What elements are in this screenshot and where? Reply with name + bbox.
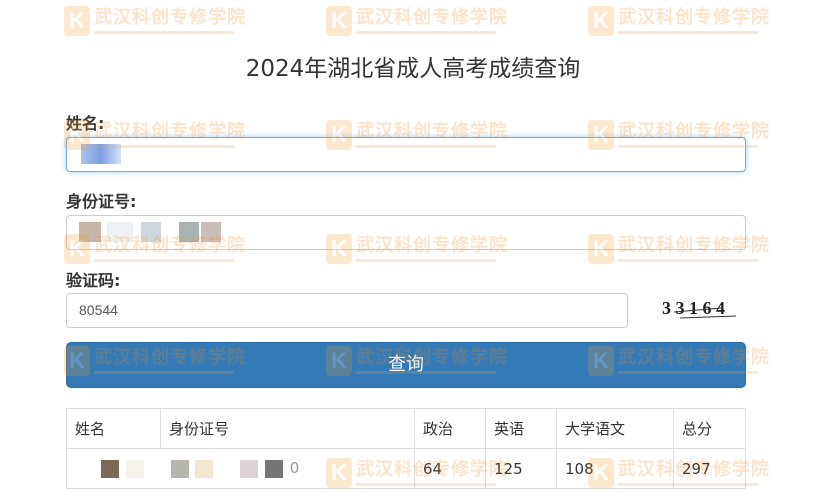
name-input[interactable] [66,137,746,172]
watermark-logo: K [326,6,352,36]
name-label: 姓名: [66,114,105,133]
row-redaction [264,459,283,478]
row-id-number-tail: 0 [289,459,300,478]
watermark-logo: K [64,6,90,36]
row-politics: 64 [414,448,486,489]
id-redaction-5 [201,222,221,242]
id-redaction-2 [107,222,133,242]
id-number-label: 身份证号: [66,192,137,211]
row-redaction [240,459,259,478]
id-redaction-3 [141,222,161,242]
name-redaction [81,144,121,164]
row-redaction [170,459,189,478]
row-redaction [125,459,144,478]
row-redaction [101,459,119,478]
results-header-row: 姓名 身份证号 政治 英语 大学语文 总分 [66,408,746,449]
captcha-input-value: 80544 [79,302,118,318]
watermark: K 武汉科创专修学院 [326,6,508,36]
header-politics: 政治 [414,408,486,449]
page-title: 2024年湖北省成人高考成绩查询 [245,56,581,82]
captcha-image[interactable]: 3 3 1 6 4 [660,296,740,324]
watermark-logo: K [588,6,614,36]
row-redaction [195,459,214,478]
row-english: 125 [485,448,557,489]
watermark: K 武汉科创专修学院 [588,6,770,36]
watermark-text: 武汉科创专修学院 [356,7,508,28]
header-chinese: 大学语文 [556,408,674,449]
query-button[interactable]: 查询 [66,342,746,388]
row-chinese: 108 [556,448,674,489]
table-row: 0 64 125 108 297 [66,448,746,489]
row-total: 297 [673,448,746,489]
captcha-image-text: 3 3 1 6 4 [662,298,725,318]
header-english: 英语 [485,408,557,449]
results-table: 姓名 身份证号 政治 英语 大学语文 总分 0 64 125 108 297 [66,408,746,489]
watermark-text: 武汉科创专修学院 [94,7,246,28]
watermark: K 武汉科创专修学院 [64,6,246,36]
header-id-number: 身份证号 [160,408,415,449]
header-total: 总分 [673,408,746,449]
watermark-text: 武汉科创专修学院 [618,7,770,28]
header-name: 姓名 [66,408,161,449]
captcha-input[interactable]: 80544 [66,293,628,328]
id-redaction-1 [79,222,101,242]
row-name-id-cell: 0 [66,448,415,489]
captcha-label: 验证码: [66,271,121,290]
id-redaction-4 [179,222,199,242]
id-number-input[interactable] [66,215,746,250]
